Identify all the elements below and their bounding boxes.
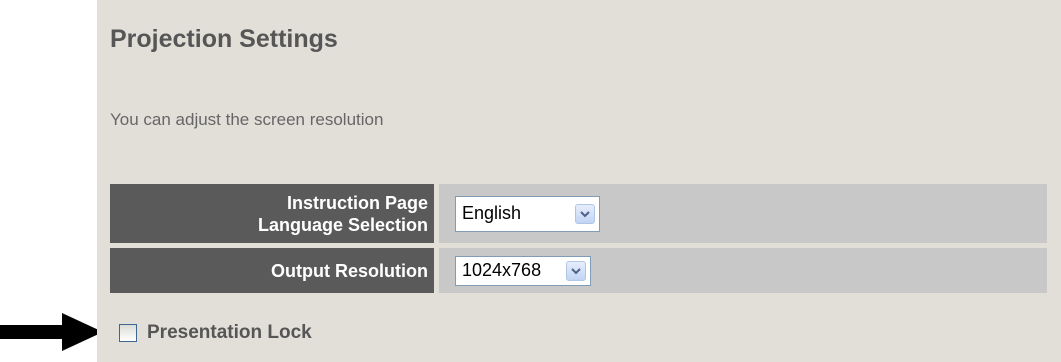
language-select[interactable]: English bbox=[455, 195, 600, 232]
output-resolution-row: Output Resolution 1024x768 bbox=[110, 248, 1047, 293]
language-selection-row: Instruction Page Language Selection Engl… bbox=[110, 184, 1047, 243]
page-title: Projection Settings bbox=[110, 25, 338, 53]
language-select-value: English bbox=[462, 203, 522, 223]
presentation-lock-checkbox[interactable] bbox=[119, 324, 137, 342]
projection-settings-panel: Projection Settings You can adjust the s… bbox=[97, 0, 1061, 362]
page-description: You can adjust the screen resolution bbox=[110, 110, 384, 129]
language-selection-label: Instruction Page Language Selection bbox=[110, 184, 434, 243]
arrow-right-icon bbox=[0, 313, 103, 351]
language-label-line1: Instruction Page bbox=[286, 192, 428, 213]
output-resolution-label-text: Output Resolution bbox=[271, 260, 428, 281]
chevron-down-icon[interactable] bbox=[566, 260, 586, 281]
output-resolution-cell: 1024x768 bbox=[439, 248, 1047, 293]
language-selection-cell: English bbox=[439, 184, 1047, 243]
presentation-lock[interactable]: Presentation Lock bbox=[119, 322, 312, 344]
output-resolution-select[interactable]: 1024x768 bbox=[455, 255, 591, 286]
language-label-line2: Language Selection bbox=[257, 214, 428, 235]
presentation-lock-label[interactable]: Presentation Lock bbox=[147, 322, 312, 344]
output-resolution-value: 1024x768 bbox=[462, 260, 542, 280]
chevron-down-icon[interactable] bbox=[575, 203, 595, 224]
output-resolution-label: Output Resolution bbox=[110, 248, 434, 293]
